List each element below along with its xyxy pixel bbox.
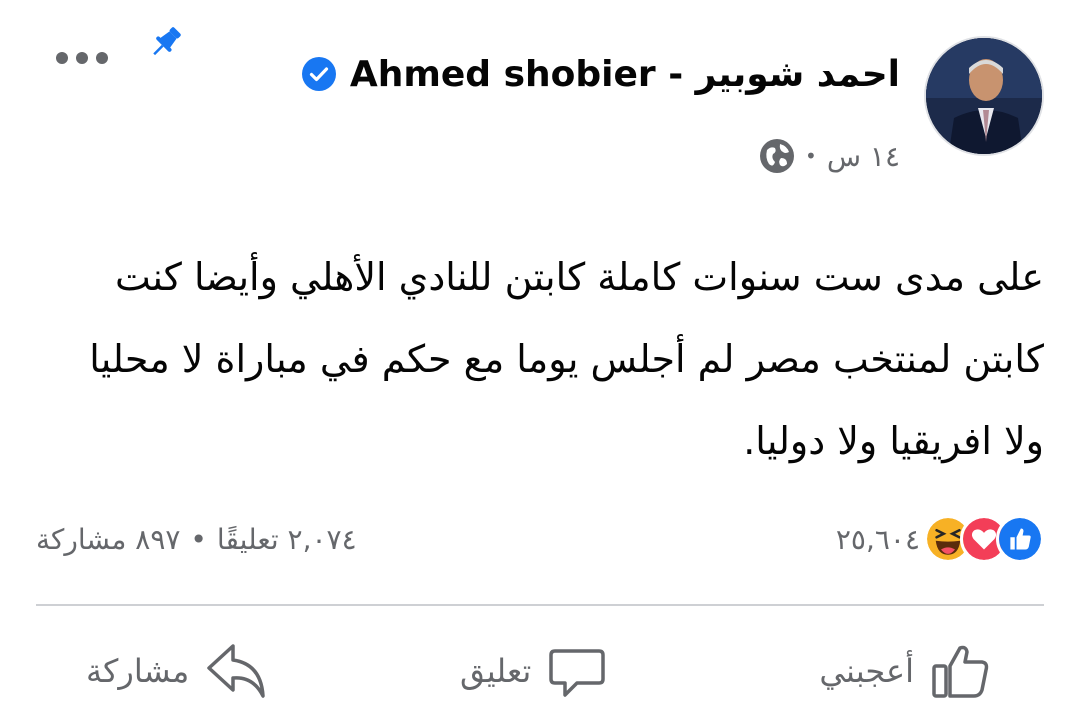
thumbs-up-icon [932, 645, 989, 698]
more-dot [96, 52, 108, 64]
divider [36, 604, 1044, 606]
pin-icon [153, 27, 181, 56]
post-text: على مدى ست سنوات كاملة كابتن للنادي الأه… [89, 255, 1044, 463]
share-button[interactable]: مشاركة [86, 636, 269, 706]
reactions-summary[interactable]: ٢٥,٦٠٤ [836, 514, 1044, 564]
comment-bubble-icon [549, 649, 606, 697]
author-row: Ahmed shobier - احمد شوبير [301, 46, 900, 102]
verified-badge-icon [301, 57, 336, 91]
author-name[interactable]: Ahmed shobier - احمد شوبير [350, 54, 900, 95]
like-label: أعجبني [819, 652, 914, 690]
stats-separator: • [190, 522, 207, 556]
like-button[interactable]: أعجبني [819, 636, 992, 706]
comment-button[interactable]: تعليق [460, 636, 607, 706]
share-label: مشاركة [86, 652, 190, 690]
comment-label: تعليق [460, 652, 532, 690]
author-avatar[interactable] [924, 36, 1044, 156]
like-reaction-icon [996, 515, 1044, 563]
meta-separator: • [805, 144, 817, 168]
globe-icon[interactable] [759, 138, 795, 174]
more-dot [76, 52, 88, 64]
more-dot [56, 52, 68, 64]
more-options-icon[interactable] [56, 48, 108, 68]
reaction-count[interactable]: ٢٥,٦٠٤ [836, 523, 920, 556]
comment-count[interactable]: ٢,٠٧٤ تعليقًا [217, 523, 357, 556]
post-meta: ١٤ س • [759, 136, 900, 176]
share-count[interactable]: ٨٩٧ مشاركة [36, 523, 180, 556]
share-arrow-icon [207, 644, 266, 698]
action-bar: أعجبني تعليق مشاركة [0, 636, 1080, 706]
post-stats: ٢,٠٧٤ تعليقًا • ٨٩٧ مشاركة [36, 514, 357, 564]
reaction-icons [924, 515, 1044, 563]
post-time[interactable]: ١٤ س [827, 140, 900, 173]
